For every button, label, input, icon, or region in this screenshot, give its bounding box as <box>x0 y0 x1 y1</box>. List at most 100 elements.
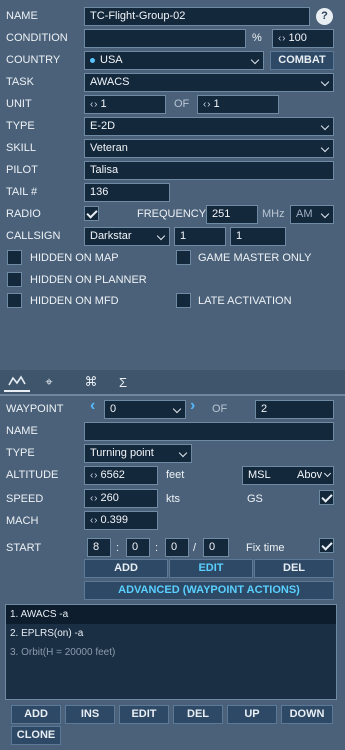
hidden-on-planner-label: HIDDEN ON PLANNER <box>30 274 147 286</box>
waypoint-add-button[interactable]: ADD <box>84 559 168 578</box>
waypoint-name-label: NAME <box>6 425 38 437</box>
time-separator: : <box>155 542 159 554</box>
start-hour-input[interactable]: 0 <box>126 538 150 557</box>
country-dot-icon <box>90 57 95 63</box>
late-activation-label: LATE ACTIVATION <box>198 295 292 307</box>
help-icon[interactable]: ? <box>316 8 333 25</box>
action-down-button[interactable]: DOWN <box>281 705 333 724</box>
waypoint-type-select[interactable]: Turning point <box>84 444 192 463</box>
combat-button[interactable]: COMBAT <box>270 51 334 70</box>
start-label: START <box>6 542 42 554</box>
unit-stepper[interactable]: ‹ › 1 <box>84 95 166 114</box>
name-label: NAME <box>6 10 38 22</box>
hidden-on-planner-checkbox[interactable] <box>7 272 22 287</box>
tab-summary[interactable]: Σ <box>110 372 136 392</box>
start-second-input[interactable]: 0 <box>203 538 229 557</box>
advanced-waypoint-actions-button[interactable]: ADVANCED (WAYPOINT ACTIONS) <box>84 581 334 600</box>
mach-label: MACH <box>6 515 39 527</box>
probability-value: 100 <box>288 32 307 44</box>
aircraft-type-select[interactable]: E-2D <box>84 117 334 136</box>
frequency-input[interactable]: 251 <box>206 205 258 224</box>
country-value: USA <box>100 54 123 66</box>
condition-label: CONDITION <box>6 32 68 44</box>
pilot-input[interactable]: Talisa <box>84 161 334 180</box>
action-clone-button[interactable]: CLONE <box>11 726 61 745</box>
tail-number-input[interactable]: 136 <box>84 183 170 202</box>
stepper-arrows-icon[interactable]: ‹ › <box>278 33 286 44</box>
target-icon: ⌖ <box>45 374 53 389</box>
tab-commands[interactable]: ⌘ <box>78 372 104 392</box>
prev-waypoint-icon[interactable]: ‹ <box>90 397 95 415</box>
callsign-number-2[interactable]: 1 <box>230 227 286 246</box>
unit-total-stepper[interactable]: ‹ › 1 <box>197 95 279 114</box>
group-name-input[interactable]: TC-Flight-Group-02 <box>84 7 310 26</box>
above-label: Abov <box>297 469 323 481</box>
late-activation-checkbox[interactable] <box>176 293 191 308</box>
stepper-arrows-icon[interactable]: ‹ › <box>90 493 98 504</box>
hidden-on-map-checkbox[interactable] <box>7 250 22 265</box>
waypoint-label: WAYPOINT <box>6 403 64 415</box>
condition-input[interactable] <box>84 29 246 48</box>
list-item[interactable]: 1. AWACS -a <box>6 605 336 624</box>
start-minute-input[interactable]: 0 <box>165 538 189 557</box>
speed-label: SPEED <box>6 493 44 505</box>
stepper-arrows-icon[interactable]: ‹ › <box>90 99 98 110</box>
speed-value: 260 <box>100 492 119 504</box>
frequency-label: FREQUENCY <box>137 208 207 220</box>
probability-stepper[interactable]: ‹ › 100 <box>272 29 334 48</box>
fix-time-label: Fix time <box>246 542 285 554</box>
callsign-select[interactable]: Darkstar <box>84 227 170 246</box>
action-edit-button[interactable]: EDIT <box>119 705 169 724</box>
skill-label: SKILL <box>6 142 36 154</box>
callsign-label: CALLSIGN <box>6 230 61 242</box>
hidden-on-mfd-label: HIDDEN ON MFD <box>30 295 119 307</box>
altitude-label: ALTITUDE <box>6 469 59 481</box>
mach-stepper[interactable]: ‹ › 0.399 <box>84 511 158 530</box>
waypoint-del-button[interactable]: DEL <box>254 559 334 578</box>
time-separator: : <box>116 542 120 554</box>
game-master-only-checkbox[interactable] <box>176 250 191 265</box>
stepper-arrows-icon[interactable]: ‹ › <box>203 99 211 110</box>
tail-label: TAIL # <box>6 186 38 198</box>
task-label: TASK <box>6 76 34 88</box>
radio-checkbox[interactable] <box>84 206 99 221</box>
waypoint-name-input[interactable] <box>84 422 334 441</box>
hidden-on-mfd-checkbox[interactable] <box>7 293 22 308</box>
country-select[interactable]: USA <box>84 51 264 70</box>
waypoint-total: 2 <box>255 400 334 419</box>
tab-route[interactable] <box>4 372 30 392</box>
speed-unit-label: kts <box>166 493 181 505</box>
altitude-reference-select[interactable]: MSL Abov <box>242 466 334 485</box>
altitude-unit-label: feet <box>166 469 185 481</box>
next-waypoint-icon[interactable]: › <box>190 397 195 415</box>
list-item[interactable]: 3. Orbit(H = 20000 feet) <box>6 643 336 662</box>
start-day-input[interactable]: 8 <box>87 538 111 557</box>
tab-targets[interactable]: ⌖ <box>36 372 62 392</box>
stepper-arrows-icon[interactable]: ‹ › <box>90 470 98 481</box>
waypoint-actions-list[interactable]: 1. AWACS -a 2. EPLRS(on) -a 3. Orbit(H =… <box>5 604 337 700</box>
altitude-stepper[interactable]: ‹ › 6562 <box>84 466 158 485</box>
task-select[interactable]: AWACS <box>84 73 334 92</box>
tab-divider <box>0 394 345 396</box>
percent-label: % <box>252 32 262 44</box>
action-up-button[interactable]: UP <box>227 705 277 724</box>
action-add-button[interactable]: ADD <box>11 705 61 724</box>
gs-checkbox[interactable] <box>319 490 334 505</box>
list-item[interactable]: 2. EPLRS(on) -a <box>6 624 336 643</box>
time-separator: / <box>193 542 197 554</box>
action-insert-button[interactable]: INS <box>65 705 115 724</box>
stepper-arrows-icon[interactable]: ‹ › <box>90 515 98 526</box>
modulation-select[interactable]: AM <box>290 205 334 224</box>
waypoint-edit-button[interactable]: EDIT <box>169 559 253 578</box>
waypoint-select[interactable]: 0 <box>104 400 186 419</box>
unit-label: UNIT <box>6 98 32 110</box>
action-delete-button[interactable]: DEL <box>173 705 223 724</box>
skill-select[interactable]: Veteran <box>84 139 334 158</box>
fix-time-checkbox[interactable] <box>319 538 334 553</box>
country-label: COUNTRY <box>6 54 61 66</box>
speed-stepper[interactable]: ‹ › 260 <box>84 489 158 508</box>
radio-label: RADIO <box>6 208 41 220</box>
waypoint-of-label: OF <box>212 403 228 415</box>
callsign-number-1[interactable]: 1 <box>174 227 226 246</box>
mach-value: 0.399 <box>100 514 128 526</box>
